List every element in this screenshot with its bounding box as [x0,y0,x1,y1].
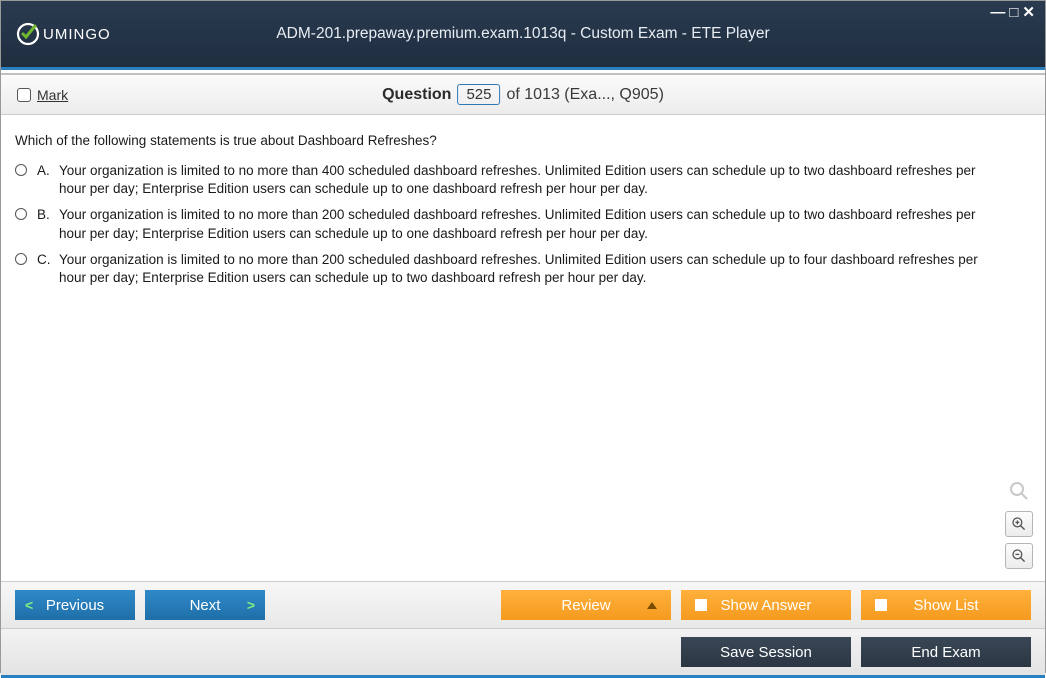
minimize-icon[interactable]: — [990,4,1009,21]
radio-icon[interactable] [15,164,27,176]
question-number-input[interactable]: 525 [457,84,500,105]
question-word: Question [382,86,451,104]
options-list: A. Your organization is limited to no mo… [15,162,1031,287]
zoom-controls [1005,477,1033,569]
radio-icon[interactable] [15,253,27,265]
window-title: ADM-201.prepaway.premium.exam.1013q - Cu… [276,25,769,43]
question-indicator: Question 525 of 1013 (Exa..., Q905) [382,84,664,105]
search-icon[interactable] [1005,477,1033,505]
button-label: Next [190,597,221,614]
end-exam-button[interactable]: End Exam [861,637,1031,667]
option-row[interactable]: B. Your organization is limited to no mo… [15,206,1031,242]
maximize-icon[interactable]: □ [1009,4,1022,21]
question-total: of 1013 (Exa..., Q905) [506,86,663,104]
option-text: Your organization is limited to no more … [59,206,1031,242]
close-icon[interactable]: ✕ [1022,4,1039,21]
option-letter: C. [37,251,59,269]
button-label: Previous [46,597,104,614]
option-row[interactable]: A. Your organization is limited to no mo… [15,162,1031,198]
checkbox-icon [695,599,707,611]
option-text: Your organization is limited to no more … [59,162,1031,198]
review-button[interactable]: Review [501,590,671,620]
show-list-button[interactable]: Show List [861,590,1031,620]
zoom-out-button[interactable] [1005,543,1033,569]
question-bar: Mark Question 525 of 1013 (Exa..., Q905) [1,75,1045,115]
show-answer-button[interactable]: Show Answer [681,590,851,620]
triangle-up-icon [647,602,657,609]
action-row-primary: < Previous Next > Review Show Answer Sho… [1,581,1045,628]
zoom-in-button[interactable] [1005,511,1033,537]
button-label: Save Session [720,644,812,661]
button-label: End Exam [911,644,980,661]
option-text: Your organization is limited to no more … [59,251,1031,287]
save-session-button[interactable]: Save Session [681,637,851,667]
mark-checkbox[interactable] [17,88,31,102]
logo-text: UMINGO [43,26,111,43]
checkbox-icon [875,599,887,611]
separator [1,67,1045,70]
button-label: Show List [913,597,978,614]
next-button[interactable]: Next > [145,590,265,620]
button-label: Show Answer [721,597,812,614]
radio-icon[interactable] [15,208,27,220]
question-stem: Which of the following statements is tru… [15,133,1031,148]
mark-label: Mark [37,87,68,103]
option-row[interactable]: C. Your organization is limited to no mo… [15,251,1031,287]
option-letter: A. [37,162,59,180]
button-label: Review [561,597,610,614]
previous-button[interactable]: < Previous [15,590,135,620]
mark-control[interactable]: Mark [17,87,68,103]
action-row-secondary: Save Session End Exam [1,628,1045,678]
chevron-right-icon: > [247,597,255,613]
option-letter: B. [37,206,59,224]
logo-checkmark-icon [15,21,41,47]
header-bar: UMINGO ADM-201.prepaway.premium.exam.101… [1,1,1045,67]
question-content: Which of the following statements is tru… [1,115,1045,581]
app-logo: UMINGO [15,21,111,47]
chevron-left-icon: < [25,597,33,613]
window-controls: —□✕ [990,3,1039,21]
